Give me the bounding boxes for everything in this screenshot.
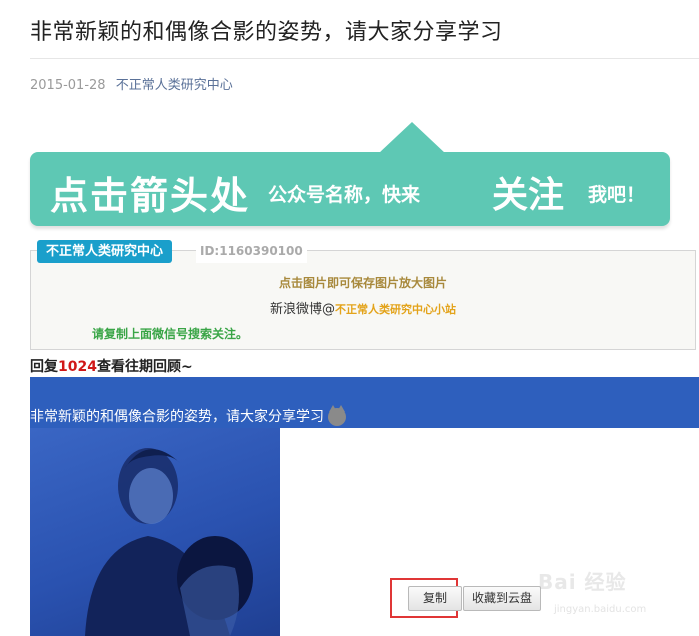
author-link[interactable]: 不正常人类研究中心 [116,78,233,93]
save-to-cloud-button[interactable]: 收藏到云盘 [463,586,541,611]
blue-caption: 非常新颖的和偶像合影的姿势，请大家分享学习 [30,405,346,426]
article-title: 非常新颖的和偶像合影的姿势，请大家分享学习 [30,20,503,45]
watermark-url: jingyan.baidu.com [554,604,647,615]
baidu-jingyan-watermark: Bai 经验 jingyan.baidu.com [530,560,695,620]
banner-tail-text: 我吧！ [588,184,646,206]
search-hint: 请复制上面微信号搜索关注。 [92,327,249,341]
save-image-hint: 点击图片即可保存图片放大图片 [278,276,447,290]
watermark-brand: Bai 经验 [538,570,627,594]
cat-emoji-icon [328,405,346,426]
reply-suffix: 查看往期回顾~ [96,359,193,375]
reply-number: 1024 [58,359,97,375]
article-meta: 2015-01-28 不正常人类研究中心 [30,74,233,93]
banner-follow-text: 关注 [492,175,565,216]
account-id: ID:1160390100 [196,240,307,263]
arrow-pointer-icon [378,122,446,154]
blue-caption-text: 非常新颖的和偶像合影的姿势，请大家分享学习 [30,409,324,425]
weibo-prefix: 新浪微博@ [269,302,335,317]
weibo-line: 新浪微博@不正常人类研究中心小站 [0,298,699,317]
follow-banner[interactable]: 点击箭头处 公众号名称，快来 关注 我吧！ [30,122,670,230]
reply-hint: 回复1024查看往期回顾~ [30,356,193,376]
account-name-tag: 不正常人类研究中心 [37,240,173,263]
title-divider [30,58,699,59]
reply-prefix: 回复 [30,359,58,375]
weibo-account-name: 不正常人类研究中心小站 [335,303,456,316]
banner-small-text: 公众号名称，快来 [268,184,421,206]
idol-photo[interactable] [30,428,280,636]
follow-banner-box: 点击箭头处 公众号名称，快来 关注 我吧！ [30,152,670,226]
banner-big-text: 点击箭头处 [50,174,251,218]
person-silhouette-icon [85,448,253,636]
publish-date: 2015-01-28 [30,78,106,93]
copy-button[interactable]: 复制 [408,586,462,611]
